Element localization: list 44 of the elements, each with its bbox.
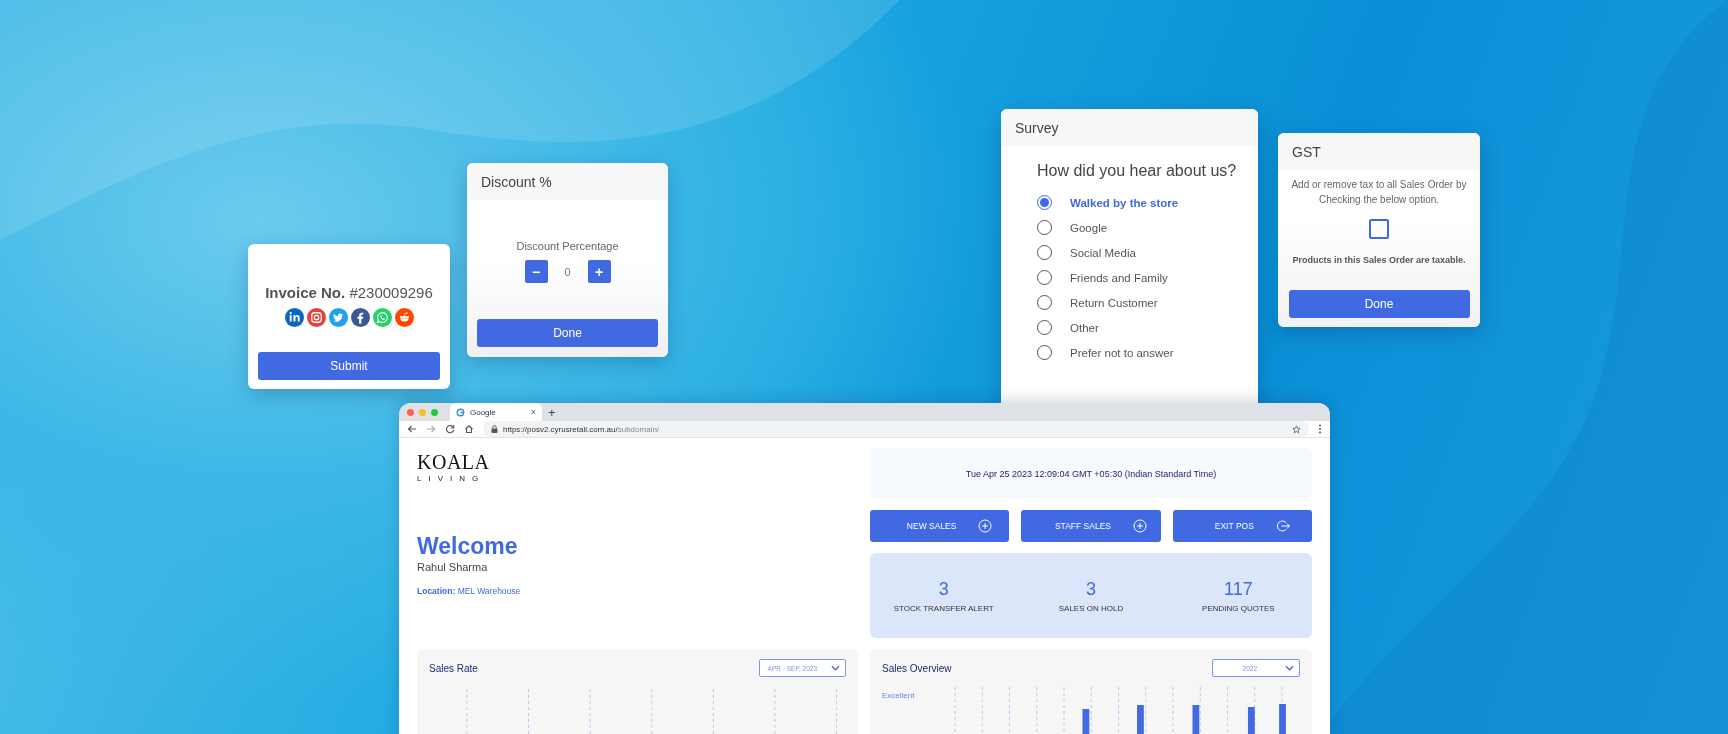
browser-tab[interactable]: Google × — [450, 403, 542, 421]
stat-value: 3 — [1086, 578, 1096, 600]
done-button[interactable]: Done — [1288, 290, 1470, 318]
dialog-title: Discount % — [467, 163, 668, 200]
option-label[interactable]: Walked by the store — [1070, 196, 1179, 209]
logo-tagline: LIVING — [417, 474, 487, 483]
dialog-description: Add or remove tax to all Sales Order by Checking the below option. — [1290, 178, 1468, 207]
submit-button[interactable]: Submit — [258, 352, 440, 380]
option-label[interactable]: Friends and Family — [1070, 271, 1168, 284]
dialog-title: GST — [1278, 133, 1480, 170]
stat-value: 3 — [938, 578, 949, 600]
date-time-banner: Tue Apr 25 2023 12:09:04 GMT +05:30 (Indian Standard Time) — [870, 448, 1312, 499]
logo-text: KOALA — [417, 452, 490, 472]
field-label: Discount Percentage — [516, 240, 619, 252]
stat-label: SALES ON HOLD — [1058, 603, 1124, 613]
url-text: https://posv2.cyrusretail.com.au/subdomain/ — [503, 424, 660, 434]
location-text: Location: MEL Warehouse — [417, 586, 522, 596]
option-label[interactable]: Prefer not to answer — [1070, 346, 1174, 359]
stat-label: STOCK TRANSFER ALERT — [893, 603, 994, 613]
option-label[interactable]: Other — [1070, 321, 1099, 334]
option-label[interactable]: Social Media — [1070, 246, 1136, 259]
survey-question: How did you hear about us? — [1037, 162, 1238, 180]
welcome-heading: Welcome — [417, 533, 519, 560]
done-button[interactable]: Done — [477, 319, 658, 347]
option-label[interactable]: Google — [1070, 221, 1108, 234]
option-label[interactable]: Return Customer — [1070, 296, 1158, 309]
panel-title: Sales Overview — [882, 662, 952, 674]
panel-title: Sales Rate — [429, 662, 478, 674]
dialog-title: Survey — [1001, 109, 1258, 146]
checkbox-label: Products in this Sales Order are taxable. — [1292, 255, 1466, 265]
user-name: Rahul Sharma — [417, 561, 489, 573]
axis-label: Excellent — [882, 691, 915, 700]
action-button[interactable]: STAFF SALES — [1021, 510, 1161, 542]
address-bar[interactable]: https://posv2.cyrusretail.com.au/subdomain/ — [483, 421, 1309, 437]
action-button[interactable]: NEW SALES — [870, 510, 1010, 542]
close-tab-button[interactable]: × — [530, 407, 536, 417]
stepper-value[interactable]: 0 — [555, 265, 580, 278]
stat-label: PENDING QUOTES — [1202, 603, 1275, 613]
action-button[interactable]: EXIT POS — [1172, 510, 1312, 542]
invoice-number: Invoice No. #230009296 — [265, 284, 433, 301]
new-tab-button[interactable]: + — [548, 404, 556, 420]
stat-value: 117 — [1223, 578, 1253, 600]
decrement-button[interactable]: − — [524, 260, 548, 283]
increment-button[interactable]: + — [587, 260, 611, 283]
